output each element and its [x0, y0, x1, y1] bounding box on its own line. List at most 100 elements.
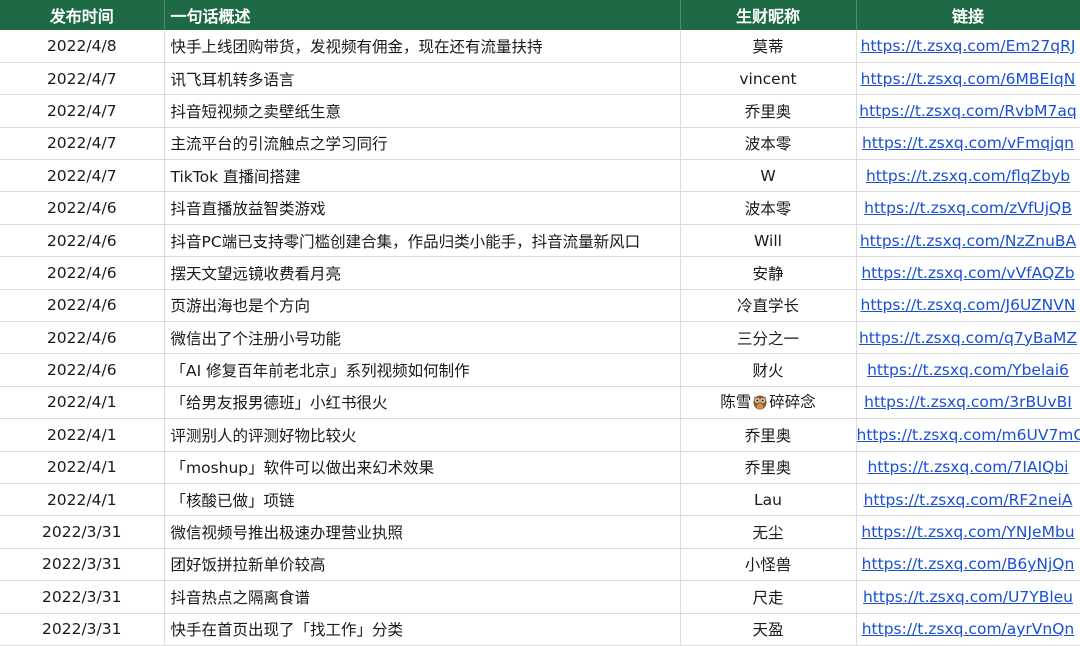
author-name: 无尘	[752, 524, 784, 543]
table-row: 2022/4/8 快手上线团购带货，发视频有佣金，现在还有流量扶持 莫蒂 https:…	[0, 30, 1080, 63]
cell-author: 财火	[680, 353, 857, 387]
link[interactable]: https://t.zsxq.com/J6UZNVN	[861, 296, 1076, 314]
cell-author: 无尘	[680, 515, 857, 549]
link[interactable]: https://t.zsxq.com/RF2neiA	[864, 491, 1073, 509]
author-name: Will	[754, 231, 782, 250]
link[interactable]: https://t.zsxq.com/Em27qRJ	[861, 37, 1076, 55]
author-name: 天盈	[752, 621, 784, 640]
cell-summary: 微信视频号推出极速办理营业执照	[164, 515, 681, 549]
link[interactable]: https://t.zsxq.com/zVfUjQB	[864, 199, 1072, 217]
cell-link: https://t.zsxq.com/vFmqjqn	[856, 127, 1080, 161]
cell-date: 2022/4/6	[0, 191, 165, 225]
link[interactable]: https://t.zsxq.com/ayrVnQn	[862, 620, 1075, 638]
cell-author: vincent	[680, 62, 857, 96]
cell-date: 2022/4/7	[0, 94, 165, 128]
author-name-suffix: 碎碎念	[769, 393, 816, 412]
author-name: 三分之一	[736, 329, 799, 348]
cell-summary: 主流平台的引流触点之学习同行	[164, 127, 681, 161]
link[interactable]: https://t.zsxq.com/RvbM7aq	[859, 102, 1076, 120]
cell-summary: 快手在首页出现了「找工作」分类	[164, 613, 681, 646]
header-link: 链接	[856, 0, 1080, 30]
link[interactable]: https://t.zsxq.com/NzZnuBA	[860, 232, 1076, 250]
cell-author: 乔里奥	[680, 418, 857, 452]
table-row: 2022/4/1 「核酸已做」项链 Lau https://t.zsxq.com/RF…	[0, 483, 1080, 517]
cell-link: https://t.zsxq.com/U7YBleu	[856, 580, 1080, 614]
link[interactable]: https://t.zsxq.com/vVfAQZb	[861, 264, 1074, 282]
cell-link: https://t.zsxq.com/Em27qRJ	[856, 30, 1080, 63]
link[interactable]: https://t.zsxq.com/m6UV7mQ	[857, 426, 1080, 444]
table-row: 2022/4/7 TikTok 直播间搭建 Whttps://t.zsxq.com/…	[0, 159, 1080, 193]
cell-author: 乔里奥	[680, 94, 857, 128]
cell-link: https://t.zsxq.com/NzZnuBA	[856, 224, 1080, 258]
cell-link: https://t.zsxq.com/B6yNjQn	[856, 548, 1080, 582]
link[interactable]: https://t.zsxq.com/3rBUvBI	[864, 393, 1072, 411]
cell-summary: 讯飞耳机转多语言	[164, 62, 681, 96]
table-row: 2022/4/1 「给男友报男德班」小红书很火 陈雪 碎碎念 https://t.zsx…	[0, 386, 1080, 420]
table-row: 2022/3/31 微信视频号推出极速办理营业执照 无尘 https://t.zsxq…	[0, 515, 1080, 549]
cell-author: 波本零	[680, 127, 857, 161]
link[interactable]: https://t.zsxq.com/B6yNjQn	[862, 555, 1075, 573]
cell-author: 小怪兽	[680, 548, 857, 582]
cell-summary: 「moshup」软件可以做出来幻术效果	[164, 451, 681, 484]
cell-summary: 抖音直播放益智类游戏	[164, 191, 681, 225]
link[interactable]: https://t.zsxq.com/7IAIQbi	[868, 458, 1069, 476]
cell-date: 2022/4/8	[0, 30, 165, 63]
owl-icon	[752, 392, 768, 414]
cell-date: 2022/4/6	[0, 224, 165, 258]
link[interactable]: https://t.zsxq.com/flqZbyb	[866, 167, 1070, 185]
cell-summary: 抖音短视频之卖壁纸生意	[164, 94, 681, 128]
author-name: 乔里奥	[744, 102, 792, 121]
cell-author: 波本零	[680, 191, 857, 225]
cell-date: 2022/3/31	[0, 548, 165, 582]
author-name: 尺走	[752, 588, 784, 607]
cell-summary: 页游出海也是个方向	[164, 289, 681, 323]
cell-summary: TikTok 直播间搭建	[164, 159, 681, 193]
header-summary: 一句话概述	[164, 0, 681, 30]
table-header-row: 发布时间 一句话概述 生财昵称 链接	[0, 0, 1080, 30]
cell-date: 2022/4/6	[0, 321, 165, 355]
cell-date: 2022/4/6	[0, 289, 165, 323]
cell-link: https://t.zsxq.com/YNJeMbu	[856, 515, 1080, 549]
cell-link: https://t.zsxq.com/zVfUjQB	[856, 191, 1080, 225]
header-date: 发布时间	[0, 0, 165, 30]
cell-link: https://t.zsxq.com/flqZbyb	[856, 159, 1080, 193]
cell-link: https://t.zsxq.com/m6UV7mQ	[856, 418, 1080, 452]
link[interactable]: https://t.zsxq.com/YNJeMbu	[861, 523, 1074, 541]
cell-author: 陈雪 碎碎念	[680, 386, 857, 420]
table-row: 2022/3/31 快手在首页出现了「找工作」分类 天盈 https://t.zsxq…	[0, 613, 1080, 646]
table-row: 2022/4/6 抖音PC端已支持零门槛创建合集，作品归类小能手，抖音流量新风口 W…	[0, 224, 1080, 258]
table-row: 2022/4/6 「AI 修复百年前老北京」系列视频如何制作 财火 https://t…	[0, 353, 1080, 387]
cell-author: 三分之一	[680, 321, 857, 355]
author-name: vincent	[739, 69, 797, 88]
cell-link: https://t.zsxq.com/J6UZNVN	[856, 289, 1080, 323]
cell-date: 2022/3/31	[0, 613, 165, 646]
table-row: 2022/4/7 讯飞耳机转多语言 vincent https://t.zsxq.co…	[0, 62, 1080, 96]
author-name: 波本零	[744, 135, 792, 154]
author-name: Lau	[754, 490, 782, 509]
link[interactable]: https://t.zsxq.com/vFmqjqn	[862, 134, 1074, 152]
cell-date: 2022/4/7	[0, 159, 165, 193]
cell-summary: 抖音PC端已支持零门槛创建合集，作品归类小能手，抖音流量新风口	[164, 224, 681, 258]
cell-summary: 摆天文望远镜收费看月亮	[164, 256, 681, 290]
cell-author: Lau	[680, 483, 857, 517]
author-name: 小怪兽	[744, 556, 792, 575]
cell-author: 尺走	[680, 580, 857, 614]
table-row: 2022/4/6 微信出了个注册小号功能 三分之一 https://t.zsxq.co…	[0, 321, 1080, 355]
opportunities-table: 发布时间 一句话概述 生财昵称 链接 2022/4/8 快手上线团购带货，发视频有…	[0, 0, 1080, 646]
cell-author: Will	[680, 224, 857, 258]
cell-author: 莫蒂	[680, 30, 857, 63]
header-author: 生财昵称	[680, 0, 857, 30]
author-name: 波本零	[744, 200, 792, 219]
link[interactable]: https://t.zsxq.com/Ybelai6	[867, 361, 1069, 379]
table-row: 2022/3/31 团好饭拼拉新单价较高 小怪兽 https://t.zsxq.com…	[0, 548, 1080, 582]
cell-date: 2022/4/7	[0, 127, 165, 161]
link[interactable]: https://t.zsxq.com/U7YBleu	[863, 588, 1073, 606]
cell-link: https://t.zsxq.com/ayrVnQn	[856, 613, 1080, 646]
cell-date: 2022/4/6	[0, 353, 165, 387]
link[interactable]: https://t.zsxq.com/6MBEIqN	[861, 70, 1076, 88]
cell-date: 2022/3/31	[0, 580, 165, 614]
cell-date: 2022/4/7	[0, 62, 165, 96]
table-row: 2022/4/6 摆天文望远镜收费看月亮 安静 https://t.zsxq.com/…	[0, 256, 1080, 290]
link[interactable]: https://t.zsxq.com/q7yBaMZ	[859, 329, 1077, 347]
cell-link: https://t.zsxq.com/RF2neiA	[856, 483, 1080, 517]
